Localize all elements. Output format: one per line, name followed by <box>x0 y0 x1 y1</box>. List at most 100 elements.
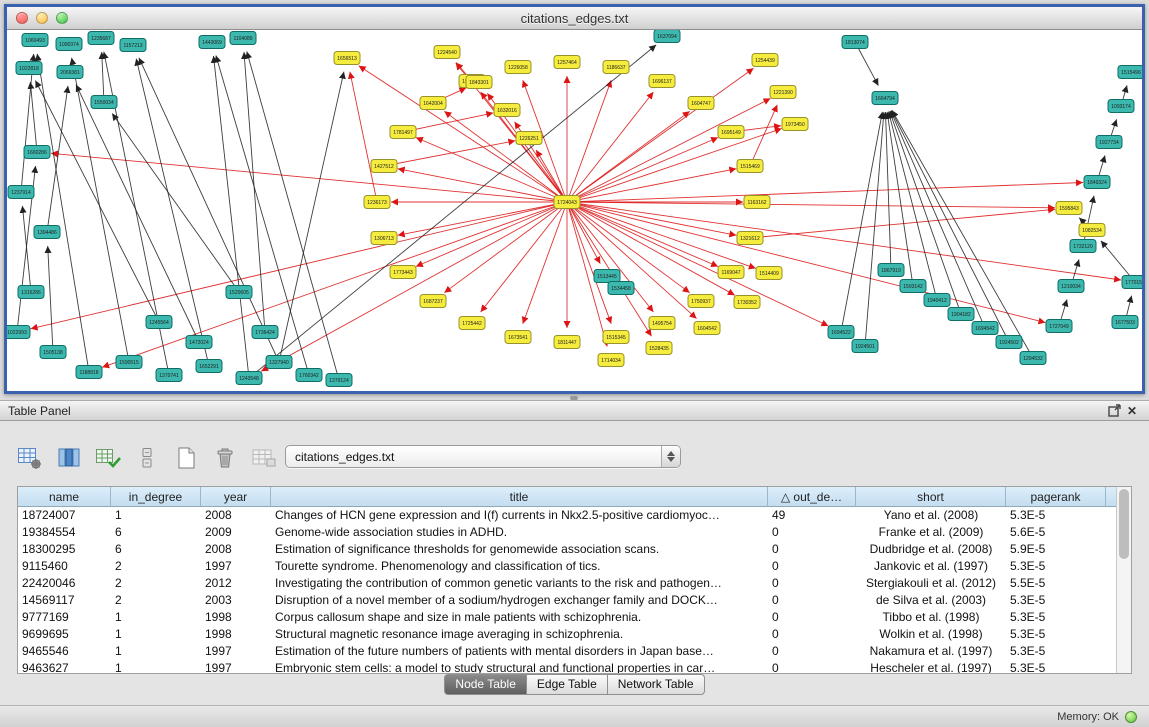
zoom-button[interactable] <box>56 12 68 24</box>
column-header-short[interactable]: short <box>856 487 1006 506</box>
graph-node[interactable]: 1257464 <box>554 56 580 69</box>
table-cell-pagerank[interactable]: 5.3E-5 <box>1006 609 1106 626</box>
graph-node[interactable]: 1427512 <box>371 160 397 173</box>
table-cell-name[interactable]: 9463627 <box>18 660 111 673</box>
table-cell-year[interactable]: 2003 <box>201 592 271 609</box>
graph-node[interactable]: 1760342 <box>296 369 322 382</box>
graph-edge[interactable] <box>886 112 892 270</box>
graph-edge[interactable] <box>398 202 567 235</box>
table-row[interactable]: 1872400712008Changes of HCN gene express… <box>18 507 1116 524</box>
graph-edge[interactable] <box>416 138 567 203</box>
column-header-in_degree[interactable]: in_degree <box>111 487 201 506</box>
table-cell-pagerank[interactable]: 5.3E-5 <box>1006 507 1106 524</box>
table-cell-name[interactable]: 18300295 <box>18 541 111 558</box>
table-cell-name[interactable]: 19384554 <box>18 524 111 541</box>
table-row[interactable]: 911546021997Tourette syndrome. Phenomeno… <box>18 558 1116 575</box>
tab-edge-table[interactable]: Edge Table <box>527 674 608 695</box>
table-cell-in_degree[interactable]: 1 <box>111 643 201 660</box>
table-cell-pagerank[interactable]: 5.9E-5 <box>1006 541 1106 558</box>
graph-node[interactable]: 1514409 <box>756 267 782 280</box>
graph-edge[interactable] <box>444 202 567 293</box>
graph-node[interactable]: 1188818 <box>76 366 102 379</box>
graph-node[interactable]: 1632016 <box>494 104 520 117</box>
graph-edge[interactable] <box>30 82 37 152</box>
graph-node[interactable]: 1694542 <box>972 322 998 335</box>
graph-edge[interactable] <box>567 98 771 202</box>
table-cell-out_degree[interactable]: 0 <box>768 592 856 609</box>
table-cell-in_degree[interactable]: 2 <box>111 592 201 609</box>
table-cell-short[interactable]: Wolkin et al. (1998) <box>856 626 1006 643</box>
graph-node[interactable]: 1725442 <box>459 317 485 330</box>
table-cell-in_degree[interactable]: 2 <box>111 558 201 575</box>
table-row[interactable]: 1456911722003Disruption of a novel membe… <box>18 592 1116 609</box>
graph-node[interactable]: 1022818 <box>16 62 42 75</box>
table-cell-title[interactable]: Corpus callosum shape and size in male p… <box>271 609 768 626</box>
graph-node[interactable]: 1660286 <box>24 146 50 159</box>
table-cell-title[interactable]: Changes of HCN gene expression and I(f) … <box>271 507 768 524</box>
graph-edge[interactable] <box>261 202 567 371</box>
graph-node[interactable]: 1515496 <box>1118 66 1142 79</box>
graph-edge[interactable] <box>865 112 884 346</box>
table-cell-title[interactable]: Structural magnetic resonance image aver… <box>271 626 768 643</box>
table-cell-in_degree[interactable]: 1 <box>111 609 201 626</box>
table-row[interactable]: 1938455462009Genome-wide association stu… <box>18 524 1116 541</box>
graph-node[interactable]: 1732120 <box>1070 240 1096 253</box>
graph-edge[interactable] <box>102 52 104 102</box>
table-cell-out_degree[interactable]: 0 <box>768 643 856 660</box>
graph-node[interactable]: 1750937 <box>688 295 714 308</box>
graph-node[interactable]: 1306713 <box>371 232 397 245</box>
graph-node[interactable]: 1294532 <box>1020 352 1046 365</box>
graph-edge[interactable] <box>567 202 653 312</box>
table-cell-name[interactable]: 18724007 <box>18 507 111 524</box>
graph-node[interactable]: 1254439 <box>752 54 778 67</box>
graph-edge[interactable] <box>47 86 68 232</box>
graph-node[interactable]: 1673541 <box>505 331 531 344</box>
import-table-button[interactable] <box>250 444 278 472</box>
graph-node[interactable]: 1515345 <box>603 331 629 344</box>
graph-edge[interactable] <box>536 150 567 202</box>
network-graph[interactable]: 1724043 1163162 1515469 1695149 1604747 … <box>7 30 1142 391</box>
graph-node[interactable]: 1224540 <box>434 46 460 59</box>
graph-node[interactable]: 1472024 <box>186 336 212 349</box>
graph-node[interactable]: 1595843 <box>1056 202 1082 215</box>
graph-node[interactable]: 1736424 <box>252 326 278 339</box>
table-cell-out_degree[interactable]: 0 <box>768 660 856 673</box>
column-header-pagerank[interactable]: pagerank <box>1006 487 1106 506</box>
table-cell-year[interactable]: 2008 <box>201 507 271 524</box>
graph-node[interactable]: 1924501 <box>852 340 878 353</box>
graph-node[interactable]: 1528435 <box>646 342 672 355</box>
table-select-combobox[interactable]: citations_edges.txt <box>285 445 681 468</box>
table-cell-year[interactable]: 1997 <box>201 660 271 673</box>
graph-node[interactable]: 1379124 <box>326 374 352 387</box>
table-cell-out_degree[interactable]: 0 <box>768 575 856 592</box>
graph-node[interactable]: 1940412 <box>924 294 950 307</box>
graph-node[interactable]: 1237914 <box>8 186 34 199</box>
graph-node[interactable]: 1060493 <box>22 34 48 47</box>
table-cell-pagerank[interactable]: 5.3E-5 <box>1006 558 1106 575</box>
graph-node[interactable]: 1687237 <box>420 295 446 308</box>
table-cell-title[interactable]: Disruption of a novel member of a sodium… <box>271 592 768 609</box>
new-table-button[interactable] <box>172 444 200 472</box>
close-panel-button[interactable]: ✕ <box>1123 403 1141 419</box>
table-cell-year[interactable]: 2008 <box>201 541 271 558</box>
graph-node[interactable]: 1157213 <box>120 39 146 52</box>
float-panel-button[interactable] <box>1105 403 1123 419</box>
graph-node[interactable]: 1550034 <box>91 96 117 109</box>
table-cell-name[interactable]: 9777169 <box>18 609 111 626</box>
graph-node[interactable]: 1316286 <box>18 286 44 299</box>
table-settings-button[interactable] <box>16 444 44 472</box>
graph-edge[interactable] <box>112 113 239 292</box>
table-cell-year[interactable]: 1997 <box>201 558 271 575</box>
table-cell-short[interactable]: Yano et al. (2008) <box>856 507 1006 524</box>
table-cell-title[interactable]: Estimation of the future numbers of pati… <box>271 643 768 660</box>
graph-node[interactable]: 1235687 <box>88 32 114 45</box>
table-row[interactable]: 969969511998Structural magnetic resonanc… <box>18 626 1116 643</box>
graph-edge[interactable] <box>567 202 756 268</box>
minimize-button[interactable] <box>36 12 48 24</box>
graph-node[interactable]: 1443069 <box>199 36 225 49</box>
column-header-name[interactable]: name <box>18 487 111 506</box>
graph-node[interactable]: 1664794 <box>872 92 898 105</box>
delete-table-button[interactable] <box>211 444 239 472</box>
graph-edge[interactable] <box>567 202 736 235</box>
table-cell-short[interactable]: Nakamura et al. (1997) <box>856 643 1006 660</box>
